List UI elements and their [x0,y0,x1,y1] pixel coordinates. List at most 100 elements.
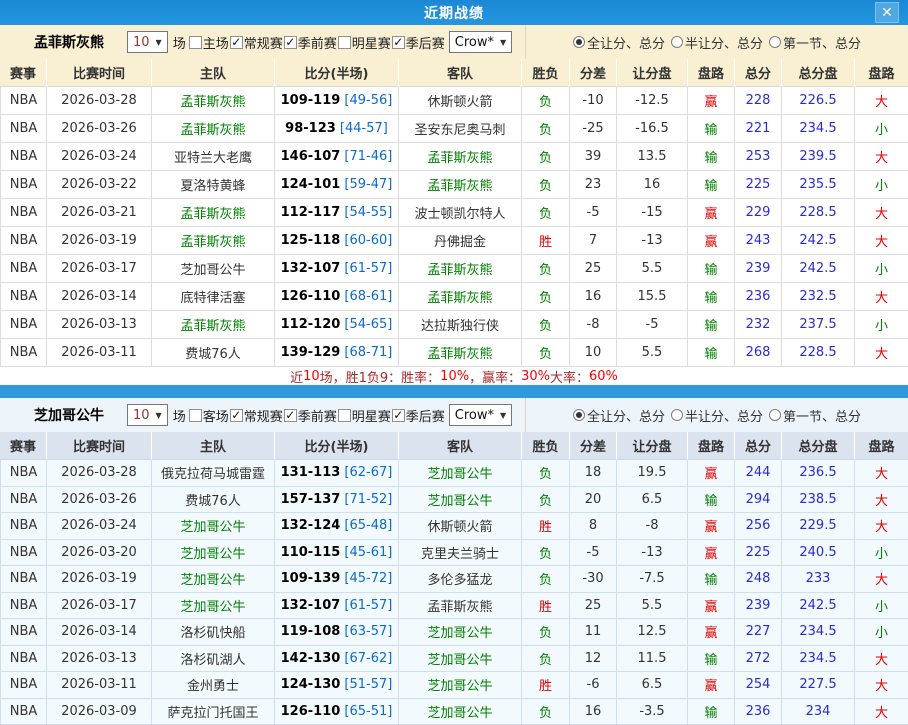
handicap-outcome-cell: 赢 [688,199,735,227]
over-under-cell: 小 [855,540,908,567]
date-cell: 2026-03-20 [47,540,152,567]
home-team-cell: 孟菲斯灰熊 [152,311,275,339]
handicap-outcome-cell: 赢 [688,227,735,255]
halftime-score: [68-61] [340,289,392,304]
result-cell: 负 [522,487,570,514]
halftime-score: [63-57] [340,624,392,639]
total-line-cell: 226.5 [782,87,855,115]
home-team-cell: 芝加哥公牛 [152,513,275,540]
date-cell: 2026-03-24 [47,513,152,540]
result-cell: 负 [522,311,570,339]
home-team-cell: 芝加哥公牛 [152,540,275,567]
away-team-cell: 达拉斯独行侠 [399,311,522,339]
handicap-outcome-cell: 输 [688,487,735,514]
total-line-cell: 234 [782,699,855,725]
game-row: NBA2026-03-11费城76人139-129 [68-71]孟菲斯灰熊负1… [0,339,908,367]
date-cell: 2026-03-17 [47,255,152,283]
total-line-cell: 238.5 [782,487,855,514]
total-cell: 225 [735,171,782,199]
score-cell: 146-107 [71-46] [275,143,399,171]
game-row: NBA2026-03-20芝加哥公牛110-115 [45-61]克里夫兰骑士负… [0,540,908,567]
filter-checkbox-明星赛[interactable]: 明星赛 [338,406,391,425]
date-cell: 2026-03-09 [47,699,152,725]
game-row: NBA2026-03-17芝加哥公牛132-107 [61-57]孟菲斯灰熊负2… [0,255,908,283]
filter-checkbox-客场[interactable]: 客场 [189,406,229,425]
result-cell: 胜 [522,593,570,620]
away-team-cell: 孟菲斯灰熊 [399,339,522,367]
game-row: NBA2026-03-14底特律活塞126-110 [68-61]孟菲斯灰熊负1… [0,283,908,311]
col-header-over-under: 盘路 [855,59,908,87]
close-button[interactable]: ✕ [875,2,899,23]
total-line-cell: 234.5 [782,619,855,646]
odds-company-select[interactable]: Crow* ▼ [449,31,512,53]
over-under-cell: 大 [855,566,908,593]
games-count-select[interactable]: 10 ▼ [127,404,168,426]
checkbox-checked-icon: ✓ [284,409,297,422]
filter-checkbox-季前赛[interactable]: ✓季前赛 [284,406,337,425]
diff-cell: 16 [570,699,617,725]
checkbox-checked-icon: ✓ [284,36,297,49]
handicap-cell: -15 [617,199,688,227]
away-team-cell: 芝加哥公牛 [399,619,522,646]
diff-cell: -5 [570,540,617,567]
radio-全让分、总分[interactable]: 全让分、总分 [573,406,665,425]
col-header-league: 赛事 [0,432,47,460]
total-cell: 225 [735,540,782,567]
games-count-select[interactable]: 10 ▼ [127,31,168,53]
result-cell: 胜 [522,513,570,540]
filter-checkbox-季后赛[interactable]: ✓季后赛 [392,406,445,425]
col-header-diff: 分差 [570,432,617,460]
filter-checkbox-季后赛[interactable]: ✓季后赛 [392,33,445,52]
radio-第一节、总分[interactable]: 第一节、总分 [769,33,861,52]
over-under-cell: 大 [855,87,908,115]
odds-company-select[interactable]: Crow* ▼ [449,404,512,426]
summary-text: 场，胜1负9：胜率： [320,367,441,386]
score-cell: 98-123 [44-57] [275,115,399,143]
score-cell: 109-139 [45-72] [275,566,399,593]
radio-全让分、总分[interactable]: 全让分、总分 [573,33,665,52]
checkbox-label: 季前赛 [298,406,337,425]
result-cell: 负 [522,171,570,199]
game-row: NBA2026-03-19孟菲斯灰熊125-118 [60-60]丹佛掘金胜7-… [0,227,908,255]
league-cell: NBA [0,540,47,567]
radio-label: 半让分、总分 [685,33,763,52]
halftime-score: [71-52] [340,492,392,507]
handicap-cell: -8 [617,513,688,540]
total-line-cell: 236.5 [782,460,855,487]
date-cell: 2026-03-24 [47,143,152,171]
score-cell: 142-130 [67-62] [275,646,399,673]
league-cell: NBA [0,171,47,199]
checkbox-checked-icon: ✓ [230,36,243,49]
over-under-cell: 小 [855,619,908,646]
filter-checkboxes: 主场✓常规赛✓季前赛明星赛✓季后赛 [188,33,445,52]
fulltime-score: 139-129 [281,345,341,360]
game-row: NBA2026-03-11金州勇士124-130 [51-57]芝加哥公牛胜-6… [0,672,908,699]
checkbox-label: 季后赛 [406,406,445,425]
date-cell: 2026-03-21 [47,199,152,227]
fulltime-score: 109-139 [281,571,341,586]
score-cell: 157-137 [71-52] [275,487,399,514]
diff-cell: -30 [570,566,617,593]
filter-checkbox-常规赛[interactable]: ✓常规赛 [230,406,283,425]
radio-半让分、总分[interactable]: 半让分、总分 [671,33,763,52]
radio-半让分、总分[interactable]: 半让分、总分 [671,406,763,425]
radio-selected-icon [573,36,585,48]
filter-checkbox-主场[interactable]: 主场 [189,33,229,52]
score-cell: 126-110 [65-51] [275,699,399,725]
filter-checkbox-明星赛[interactable]: 明星赛 [338,33,391,52]
close-icon: ✕ [881,5,893,21]
halftime-score: [60-60] [340,233,392,248]
league-cell: NBA [0,487,47,514]
date-cell: 2026-03-13 [47,646,152,673]
filter-checkbox-季前赛[interactable]: ✓季前赛 [284,33,337,52]
diff-cell: 25 [570,255,617,283]
total-cell: 229 [735,199,782,227]
radio-第一节、总分[interactable]: 第一节、总分 [769,406,861,425]
date-cell: 2026-03-26 [47,115,152,143]
away-team-cell: 孟菲斯灰熊 [399,143,522,171]
filter-checkbox-常规赛[interactable]: ✓常规赛 [230,33,283,52]
diff-cell: -10 [570,87,617,115]
col-header-over-under: 盘路 [855,432,908,460]
diff-cell: 8 [570,513,617,540]
score-cell: 109-119 [49-56] [275,87,399,115]
